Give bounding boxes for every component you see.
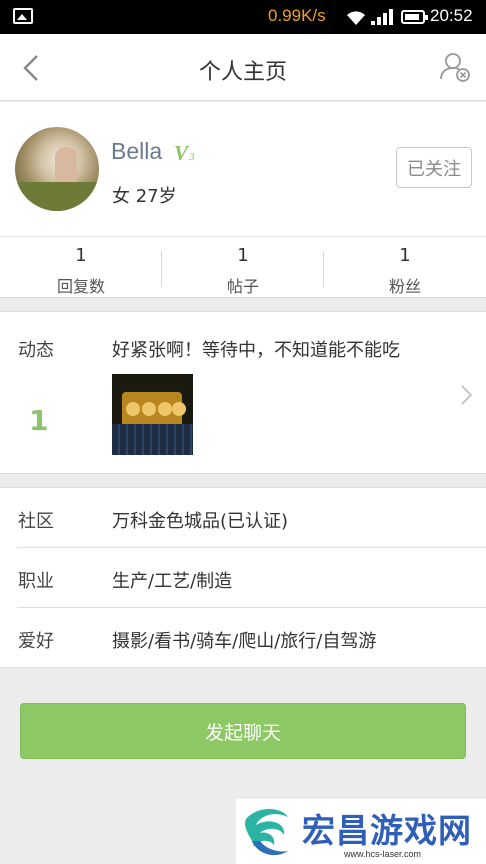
activity-thumbnail[interactable]: [112, 374, 193, 455]
info-value: 生产/工艺/制造: [112, 571, 233, 592]
signal-icon: [371, 9, 393, 25]
vip-letter: V: [174, 141, 189, 165]
stat-fans[interactable]: 1 粉丝: [324, 237, 486, 299]
chevron-right-icon: [461, 385, 473, 405]
vip-level: 3: [189, 151, 195, 163]
info-row-community: 社区 万科金色城品(已认证): [0, 488, 486, 548]
profile-info-list: 社区 万科金色城品(已认证) 职业 生产/工艺/制造 爱好 摄影/看书/骑车/爬…: [0, 487, 486, 668]
stat-replies[interactable]: 1 回复数: [0, 237, 162, 299]
avatar[interactable]: [15, 127, 99, 211]
info-key: 社区: [18, 511, 54, 532]
status-bar: 0.99K/s 20:52: [0, 0, 486, 34]
photo-icon: [13, 8, 33, 24]
activity-section[interactable]: 动态 1 好紧张啊！等待中，不知道能不能吃: [0, 311, 486, 474]
clock: 20:52: [430, 6, 473, 25]
activity-count: 1: [29, 404, 49, 437]
page-title: 个人主页: [198, 60, 287, 85]
vip-badge-icon: V 3: [174, 141, 200, 165]
info-key: 职业: [18, 571, 54, 592]
watermark: 宏昌游戏网 www.hcs-laser.com: [236, 799, 486, 864]
avatar-figure: [55, 147, 77, 187]
oven-rack: [112, 424, 193, 455]
bread-roll: [172, 402, 186, 416]
stats-bar: 1 回复数 1 帖子 1 粉丝: [0, 236, 486, 298]
info-row-occupation: 职业 生产/工艺/制造: [0, 548, 486, 608]
bread-roll: [158, 402, 172, 416]
stat-label: 帖子: [226, 277, 259, 296]
bread-roll: [142, 402, 156, 416]
watermark-title: 宏昌游戏网: [302, 811, 472, 850]
bread-roll: [126, 402, 140, 416]
user-settings-button[interactable]: [438, 50, 472, 84]
start-chat-button[interactable]: 发起聊天: [20, 703, 466, 759]
stat-label: 回复数: [56, 277, 105, 296]
stat-posts[interactable]: 1 帖子: [162, 237, 324, 299]
info-row-hobbies: 爱好 摄影/看书/骑车/爬山/旅行/自驾游: [0, 608, 486, 668]
stat-value: 1: [237, 245, 249, 266]
info-value: 摄影/看书/骑车/爬山/旅行/自驾游: [112, 631, 377, 652]
watermark-logo-icon: [245, 809, 288, 856]
header: 个人主页: [0, 34, 486, 101]
username: Bella: [111, 138, 163, 164]
user-settings-icon: [440, 53, 470, 82]
info-value: 万科金色城品(已认证): [112, 511, 289, 532]
network-speed: 0.99K/s: [268, 6, 326, 25]
activity-text: 好紧张啊！等待中，不知道能不能吃: [112, 340, 400, 361]
stat-value: 1: [75, 245, 87, 266]
profile-card: Bella V 3 女 27岁 已关注: [0, 102, 486, 236]
follow-button[interactable]: 已关注: [396, 147, 472, 188]
gender-age: 女 27岁: [112, 186, 177, 207]
info-key: 爱好: [18, 631, 54, 652]
wifi-icon: [347, 11, 365, 25]
activity-label: 动态: [18, 340, 54, 361]
stat-label: 粉丝: [388, 277, 421, 296]
stat-value: 1: [399, 245, 411, 266]
watermark-url: www.hcs-laser.com: [344, 849, 422, 859]
avatar-foliage: [15, 182, 99, 211]
battery-icon: [401, 10, 428, 24]
